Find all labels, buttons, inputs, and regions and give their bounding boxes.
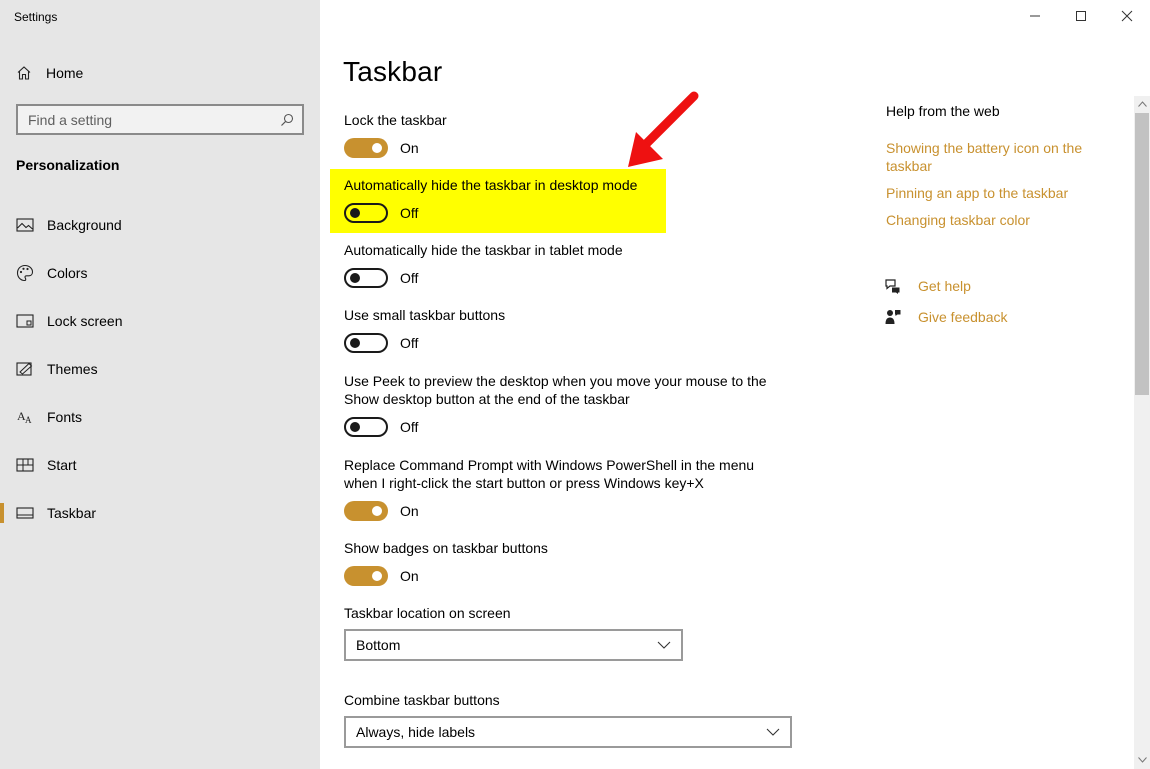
give-feedback-label: Give feedback xyxy=(918,309,1008,325)
scroll-up-button[interactable] xyxy=(1134,97,1150,111)
sidebar-item-label: Themes xyxy=(47,361,98,377)
setting-label: Show badges on taskbar buttons xyxy=(344,540,548,556)
toggle-knob xyxy=(372,506,382,516)
toggle-knob xyxy=(350,208,360,218)
toggle-state: Off xyxy=(400,205,419,221)
chevron-down-icon xyxy=(766,728,780,736)
toggle-switch[interactable] xyxy=(344,501,388,521)
feedback-icon xyxy=(885,310,901,324)
help-title: Help from the web xyxy=(886,103,1000,119)
toggle-switch[interactable] xyxy=(344,417,388,437)
scroll-down-icon xyxy=(1137,757,1147,763)
home-label: Home xyxy=(46,65,84,81)
toggle-switch[interactable] xyxy=(344,203,388,223)
give-feedback-link[interactable]: Give feedback xyxy=(884,306,1008,328)
maximize-button[interactable] xyxy=(1058,0,1104,32)
toggle-knob xyxy=(350,422,360,432)
sidebar-item-lock-screen[interactable]: Lock screen xyxy=(0,303,320,339)
combine-buttons-dropdown[interactable]: Always, hide labels xyxy=(344,716,792,748)
sidebar-item-fonts[interactable]: A A Fonts xyxy=(0,399,320,435)
lock-screen-icon xyxy=(16,314,34,328)
toggle-switch[interactable] xyxy=(344,138,388,158)
close-icon xyxy=(1121,10,1133,22)
setting-label: Automatically hide the taskbar in deskto… xyxy=(344,177,638,193)
minimize-button[interactable] xyxy=(1012,0,1058,32)
toggle-switch[interactable] xyxy=(344,566,388,586)
small-buttons-toggle[interactable]: Off xyxy=(344,332,418,354)
scroll-down-button[interactable] xyxy=(1134,753,1150,767)
help-link-pinning[interactable]: Pinning an app to the taskbar xyxy=(886,184,1106,202)
sidebar-item-start[interactable]: Start xyxy=(0,447,320,483)
setting-label: Taskbar location on screen xyxy=(344,605,511,621)
window-title: Settings xyxy=(14,10,58,24)
setting-label: Automatically hide the taskbar in tablet… xyxy=(344,242,623,258)
setting-label: Lock the taskbar xyxy=(344,112,447,128)
taskbar-icon xyxy=(16,507,34,519)
lock-taskbar-toggle[interactable]: On xyxy=(344,137,419,159)
sidebar-item-label: Taskbar xyxy=(47,505,97,521)
sidebar: Settings Home Personalization Background… xyxy=(0,0,320,769)
powershell-toggle[interactable]: On xyxy=(344,500,419,522)
maximize-icon xyxy=(1076,11,1086,21)
auto-hide-desktop-toggle[interactable]: Off xyxy=(344,202,418,224)
chat-help-icon xyxy=(885,279,900,294)
sidebar-item-label: Lock screen xyxy=(47,313,123,329)
get-help-label: Get help xyxy=(918,278,971,294)
dropdown-value: Bottom xyxy=(356,637,401,653)
sidebar-item-label: Start xyxy=(47,457,77,473)
toggle-state: On xyxy=(400,503,419,519)
auto-hide-tablet-toggle[interactable]: Off xyxy=(344,267,418,289)
help-link-battery[interactable]: Showing the battery icon on the taskbar xyxy=(886,139,1106,175)
sidebar-item-background[interactable]: Background xyxy=(0,207,320,243)
palette-icon xyxy=(16,264,34,282)
sidebar-item-themes[interactable]: Themes xyxy=(0,351,320,387)
toggle-state: Off xyxy=(400,335,419,351)
search-icon[interactable] xyxy=(280,113,294,127)
toggle-state: Off xyxy=(400,270,419,286)
start-icon xyxy=(16,458,34,472)
themes-icon xyxy=(16,362,33,376)
toggle-state: On xyxy=(400,568,419,584)
toggle-switch[interactable] xyxy=(344,333,388,353)
toggle-knob xyxy=(372,571,382,581)
toggle-switch[interactable] xyxy=(344,268,388,288)
setting-label: Combine taskbar buttons xyxy=(344,692,500,708)
section-heading: Personalization xyxy=(16,157,120,173)
home-icon xyxy=(17,66,31,80)
setting-label: Use Peek to preview the desktop when you… xyxy=(344,373,767,407)
badges-toggle[interactable]: On xyxy=(344,565,419,587)
peek-toggle[interactable]: Off xyxy=(344,416,418,438)
search-box[interactable] xyxy=(16,104,304,135)
setting-label: Use small taskbar buttons xyxy=(344,307,506,323)
page-title: Taskbar xyxy=(343,56,443,87)
chevron-down-icon xyxy=(657,641,671,649)
toggle-knob xyxy=(350,273,360,283)
home-nav-item[interactable]: Home xyxy=(16,63,83,83)
active-indicator xyxy=(0,503,4,523)
fonts-icon: A A xyxy=(17,409,32,425)
help-link-color[interactable]: Changing taskbar color xyxy=(886,211,1106,229)
sidebar-item-taskbar[interactable]: Taskbar xyxy=(0,495,320,531)
toggle-knob xyxy=(372,143,382,153)
search-input[interactable] xyxy=(28,111,280,128)
close-button[interactable] xyxy=(1104,0,1150,32)
scroll-up-icon xyxy=(1137,101,1147,107)
toggle-knob xyxy=(350,338,360,348)
dropdown-value: Always, hide labels xyxy=(356,724,476,740)
taskbar-location-dropdown[interactable]: Bottom xyxy=(344,629,683,661)
sidebar-item-label: Fonts xyxy=(47,409,83,425)
annotation-arrow-icon xyxy=(628,91,699,167)
sidebar-item-label: Background xyxy=(47,217,122,233)
sidebar-item-colors[interactable]: Colors xyxy=(0,255,320,291)
toggle-state: On xyxy=(400,140,419,156)
toggle-state: Off xyxy=(400,419,419,435)
minimize-icon xyxy=(1030,15,1040,17)
scrollbar-thumb[interactable] xyxy=(1135,113,1149,395)
get-help-link[interactable]: Get help xyxy=(884,275,971,297)
setting-label: Replace Command Prompt with Windows Powe… xyxy=(344,457,755,491)
sidebar-item-label: Colors xyxy=(47,265,88,281)
picture-icon xyxy=(16,218,34,232)
svg-text:A: A xyxy=(25,415,32,425)
